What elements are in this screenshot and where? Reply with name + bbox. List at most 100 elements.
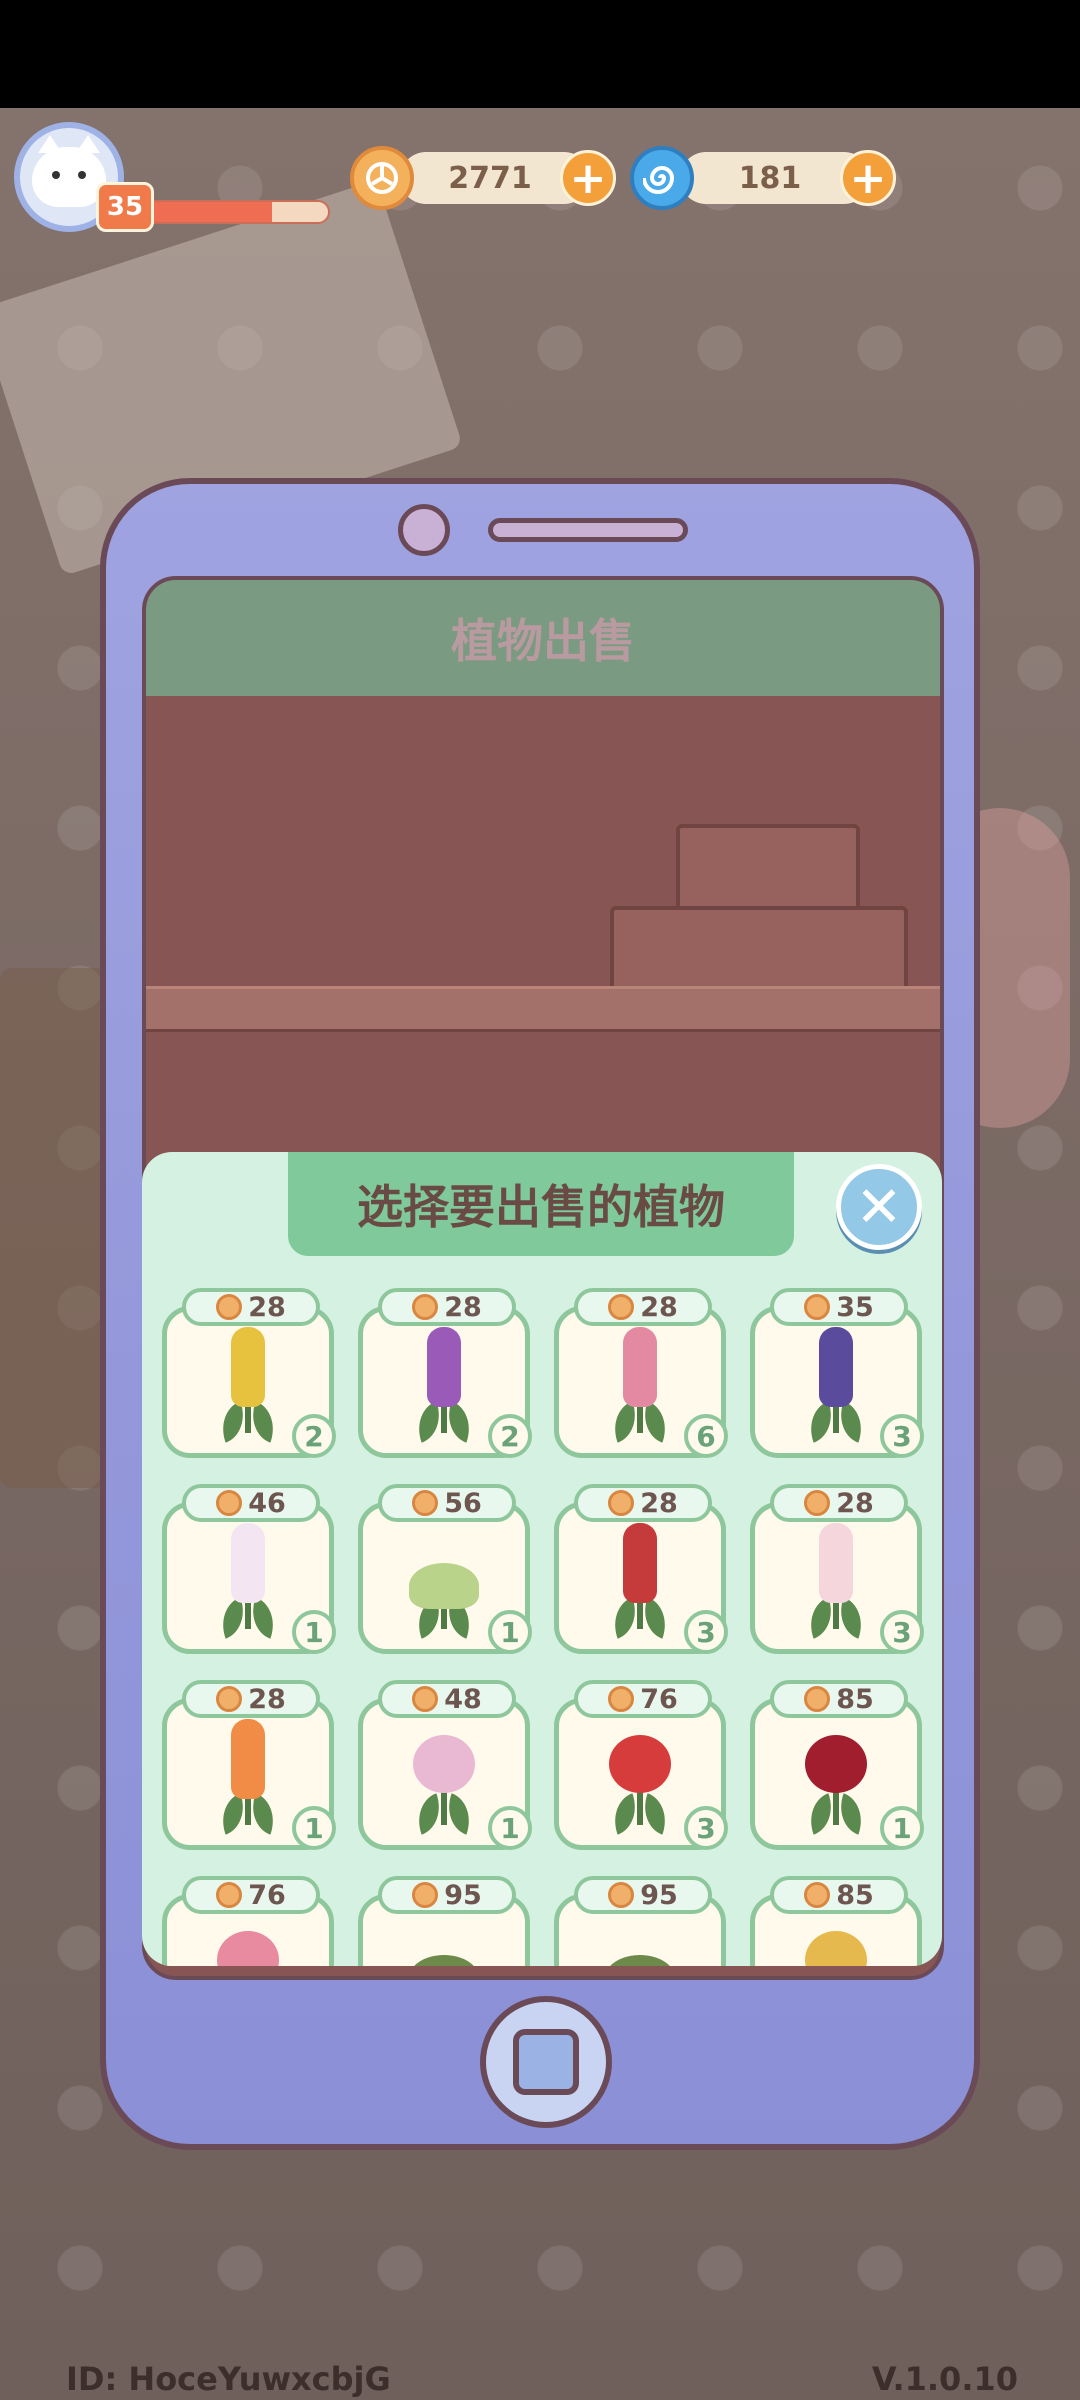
plant-card[interactable]: 48 1 (358, 1680, 532, 1850)
price-tag: 95 (378, 1876, 516, 1914)
plant-price: 76 (248, 1879, 286, 1911)
plant-card[interactable]: 85 (750, 1876, 922, 1966)
coin-icon (412, 1882, 439, 1908)
plant-price: 35 (836, 1291, 874, 1323)
coin-icon (216, 1882, 243, 1908)
plant-card[interactable]: 95 (358, 1876, 530, 1966)
shrub-plant-icon (605, 1915, 675, 1966)
price-tag: 28 (574, 1288, 712, 1326)
hyacinth-plant-icon (213, 1523, 283, 1639)
plant-card[interactable]: 28 2 (162, 1288, 336, 1458)
plant-price: 28 (248, 1291, 286, 1323)
player-id-label: ID: HoceYuwxcbjG (66, 2360, 391, 2398)
hyacinth-plant-icon (213, 1719, 283, 1835)
plant-price: 85 (836, 1683, 874, 1715)
price-tag: 28 (182, 1680, 320, 1718)
plant-card[interactable]: 56 1 (358, 1484, 532, 1654)
close-button[interactable]: ✕ (836, 1164, 922, 1250)
plant-count-badge: 3 (880, 1610, 924, 1654)
price-tag: 28 (574, 1484, 712, 1522)
coin-icon (216, 1294, 243, 1320)
version-label: V.1.0.10 (871, 2360, 1018, 2398)
flower-plant-icon (801, 1915, 871, 1966)
plant-price: 85 (836, 1879, 874, 1911)
plant-card[interactable]: 35 3 (750, 1288, 924, 1458)
spiral-gem-icon (630, 146, 694, 210)
plant-card[interactable]: 85 1 (750, 1680, 924, 1850)
plant-card[interactable]: 28 3 (554, 1484, 728, 1654)
coin-icon (804, 1882, 831, 1908)
phone-home-button[interactable] (480, 1996, 612, 2128)
gem-currency: 181 + (630, 146, 896, 210)
storage-box-bottom (610, 906, 908, 996)
add-gems-button[interactable]: + (840, 150, 896, 206)
plant-card[interactable]: 28 3 (750, 1484, 924, 1654)
screen-title: 植物出售 (146, 580, 940, 696)
plant-count-badge: 1 (292, 1806, 336, 1850)
coin-icon (350, 146, 414, 210)
price-tag: 76 (182, 1876, 320, 1914)
plant-count-badge: 3 (684, 1806, 728, 1850)
coin-icon (608, 1294, 635, 1320)
phone-camera (398, 504, 450, 556)
coin-icon (608, 1882, 635, 1908)
hyacinth-plant-icon (213, 1327, 283, 1443)
plant-price: 28 (444, 1291, 482, 1323)
hyacinth-plant-icon (801, 1327, 871, 1443)
hyacinth-plant-icon (801, 1523, 871, 1639)
plant-card[interactable]: 28 6 (554, 1288, 728, 1458)
plant-count-badge: 1 (488, 1610, 532, 1654)
plant-card[interactable]: 95 (554, 1876, 726, 1966)
plant-price: 76 (640, 1683, 678, 1715)
coin-icon (804, 1490, 831, 1516)
plant-price: 95 (640, 1879, 678, 1911)
coin-icon (804, 1686, 831, 1712)
plus-icon: + (849, 152, 887, 204)
plant-card[interactable]: 76 (162, 1876, 334, 1966)
plant-price: 28 (640, 1291, 678, 1323)
price-tag: 46 (182, 1484, 320, 1522)
price-tag: 85 (770, 1876, 908, 1914)
panel-title: 选择要出售的植物 (288, 1152, 794, 1256)
coin-icon (216, 1490, 243, 1516)
add-gold-button[interactable]: + (560, 150, 616, 206)
plant-card[interactable]: 46 1 (162, 1484, 336, 1654)
flower-plant-icon (605, 1719, 675, 1835)
price-tag: 35 (770, 1288, 908, 1326)
plant-count-badge: 2 (488, 1414, 532, 1458)
price-tag: 85 (770, 1680, 908, 1718)
coin-icon (608, 1686, 635, 1712)
gold-currency: 2771 + (350, 146, 616, 210)
plant-card[interactable]: 28 1 (162, 1680, 336, 1850)
plant-count-badge: 6 (684, 1414, 728, 1458)
plant-count-badge: 1 (880, 1806, 924, 1850)
price-tag: 56 (378, 1484, 516, 1522)
coin-icon (608, 1490, 635, 1516)
player-level-badge: 35 (96, 182, 154, 232)
storage-box-top (676, 824, 860, 912)
xp-progress-fill (142, 202, 273, 222)
plus-icon: + (569, 152, 607, 204)
status-bar (0, 0, 1080, 108)
plant-count-badge: 2 (292, 1414, 336, 1458)
close-icon: ✕ (855, 1174, 903, 1240)
sell-plant-panel: 选择要出售的植物 ✕ 28 2 28 2 28 6 35 3 46 1 56 1 28 3 28 3 28 1 48… (142, 1152, 942, 1966)
plant-price: 46 (248, 1487, 286, 1519)
price-tag: 48 (378, 1680, 516, 1718)
hyacinth-plant-icon (605, 1327, 675, 1443)
cat-avatar-icon (32, 135, 106, 207)
plant-count-badge: 3 (880, 1414, 924, 1458)
price-tag: 28 (182, 1288, 320, 1326)
plant-count-badge: 1 (292, 1610, 336, 1654)
plant-count-badge: 1 (488, 1806, 532, 1850)
coin-icon (216, 1686, 243, 1712)
hyacinth-plant-icon (605, 1523, 675, 1639)
phone-speaker (488, 518, 688, 542)
price-tag: 76 (574, 1680, 712, 1718)
plant-card[interactable]: 76 3 (554, 1680, 728, 1850)
plant-card[interactable]: 28 2 (358, 1288, 532, 1458)
plant-price: 56 (444, 1487, 482, 1519)
plant-price: 48 (444, 1683, 482, 1715)
plant-price: 28 (248, 1683, 286, 1715)
plant-price: 28 (836, 1487, 874, 1519)
